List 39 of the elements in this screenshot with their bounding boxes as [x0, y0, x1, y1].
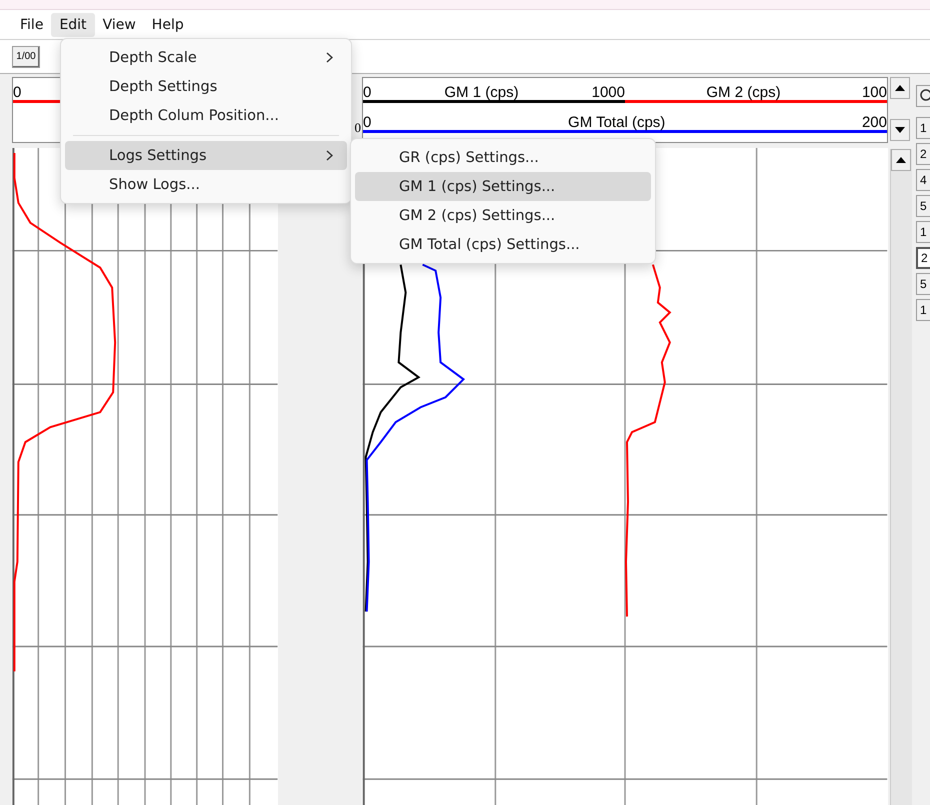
- scale-name: GM Total (cps): [568, 115, 666, 130]
- menu-bar-item[interactable]: View: [94, 12, 144, 36]
- scroll-up-button[interactable]: [890, 77, 910, 99]
- scale-option-button[interactable]: 4: [916, 169, 930, 191]
- menu-item[interactable]: GR (cps) Settings...: [355, 143, 651, 172]
- menu-item[interactable]: Depth Scale: [65, 43, 347, 72]
- scroll-up-icon: [895, 85, 905, 91]
- scale-option-button[interactable]: 2: [916, 247, 930, 269]
- scale-option-button[interactable]: 2: [916, 143, 930, 165]
- menu-item[interactable]: Logs Settings: [65, 141, 347, 170]
- scale-button[interactable]: 1/00: [12, 46, 40, 68]
- scale-min: 0: [363, 85, 372, 100]
- scroll-down-button[interactable]: [890, 119, 910, 141]
- scale-option-button[interactable]: 1: [916, 299, 930, 321]
- menu-item[interactable]: GM Total (cps) Settings...: [355, 230, 651, 259]
- menu-item[interactable]: GM 2 (cps) Settings...: [355, 201, 651, 230]
- menu-item[interactable]: Depth Colum Position...: [65, 101, 347, 130]
- scale-min: 0: [13, 85, 22, 100]
- menu-item[interactable]: Depth Settings: [65, 72, 347, 101]
- depth-label: 0: [354, 120, 361, 136]
- scale-option-button[interactable]: 1: [916, 117, 930, 139]
- menu-item[interactable]: GM 1 (cps) Settings...: [355, 172, 651, 201]
- scale-max: 1000: [592, 85, 625, 100]
- scale-max: 100: [862, 85, 887, 100]
- scale-min: 0: [363, 115, 372, 130]
- menu-bar-item[interactable]: Help: [144, 12, 192, 36]
- scale-name: GM 1 (cps): [444, 85, 519, 100]
- scale-max: 200: [862, 115, 887, 130]
- menu-bar-item[interactable]: File: [12, 12, 52, 36]
- scroll-down-icon: [895, 127, 905, 133]
- scale-option-button[interactable]: 1: [916, 221, 930, 243]
- scroll-up-button[interactable]: [891, 149, 911, 171]
- scale-option-button[interactable]: 5: [916, 273, 930, 295]
- scale-name: GM 2 (cps): [706, 85, 781, 100]
- scrollbar-track[interactable]: [890, 149, 912, 805]
- menu-bar-item[interactable]: Edit: [51, 12, 95, 36]
- scale-option-button[interactable]: 5: [916, 195, 930, 217]
- scroll-up-icon: [896, 157, 906, 163]
- menu-item[interactable]: Show Logs...: [65, 170, 347, 199]
